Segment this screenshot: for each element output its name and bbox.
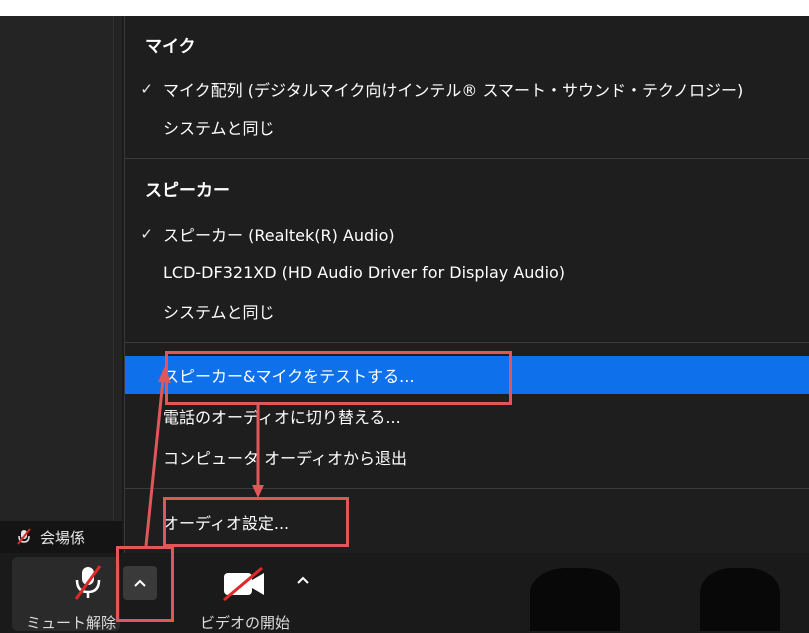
meeting-video-area bbox=[0, 16, 122, 521]
microphone-muted-icon bbox=[74, 565, 102, 600]
participant-name: 会場係 bbox=[40, 528, 86, 547]
participant-name-bar: 会場係 bbox=[0, 521, 122, 553]
video-muted-icon[interactable] bbox=[220, 566, 268, 602]
speaker-option-label: システムと同じ bbox=[163, 303, 275, 322]
mic-section-header: マイク bbox=[145, 37, 196, 57]
speaker-section-header: スピーカー bbox=[145, 181, 230, 201]
mic-option-same-as-system[interactable]: システムと同じ bbox=[125, 108, 809, 146]
separator bbox=[125, 158, 809, 159]
audio-menu: マイク ✓ マイク配列 (デジタルマイク向けインテル® スマート・サウンド・テク… bbox=[124, 16, 809, 553]
separator bbox=[125, 342, 809, 343]
switch-to-phone-audio-label: 電話のオーディオに切り替える... bbox=[163, 408, 401, 427]
annotation-box-caret bbox=[116, 546, 174, 622]
mic-option-array[interactable]: ✓ マイク配列 (デジタルマイク向けインテル® スマート・サウンド・テクノロジー… bbox=[125, 70, 809, 108]
mic-option-label: システムと同じ bbox=[163, 119, 275, 138]
check-icon: ✓ bbox=[140, 225, 153, 243]
redaction-mark bbox=[530, 568, 620, 631]
mic-option-label: マイク配列 (デジタルマイク向けインテル® スマート・サウンド・テクノロジー) bbox=[163, 81, 744, 100]
top-edge bbox=[0, 0, 809, 16]
microphone-muted-icon bbox=[17, 528, 31, 545]
check-icon: ✓ bbox=[140, 80, 153, 98]
speaker-option-realtek[interactable]: ✓ スピーカー (Realtek(R) Audio) bbox=[125, 215, 809, 253]
speaker-option-label: スピーカー (Realtek(R) Audio) bbox=[163, 226, 395, 245]
leave-computer-audio-item[interactable]: コンピュータ オーディオから退出 bbox=[125, 438, 809, 476]
unmute-label: ミュート解除 bbox=[26, 614, 117, 632]
separator bbox=[125, 488, 809, 489]
speaker-option-label: LCD-DF321XD (HD Audio Driver for Display… bbox=[163, 262, 566, 282]
speaker-option-same-as-system[interactable]: システムと同じ bbox=[125, 292, 809, 330]
annotation-box-test bbox=[165, 351, 512, 405]
start-video-label: ビデオの開始 bbox=[200, 614, 291, 632]
chevron-up-icon[interactable] bbox=[296, 575, 310, 585]
redaction-mark bbox=[700, 568, 780, 631]
leave-computer-audio-label: コンピュータ オーディオから退出 bbox=[163, 449, 407, 468]
speaker-option-lcd[interactable]: LCD-DF321XD (HD Audio Driver for Display… bbox=[125, 253, 809, 291]
annotation-box-settings bbox=[163, 497, 349, 547]
